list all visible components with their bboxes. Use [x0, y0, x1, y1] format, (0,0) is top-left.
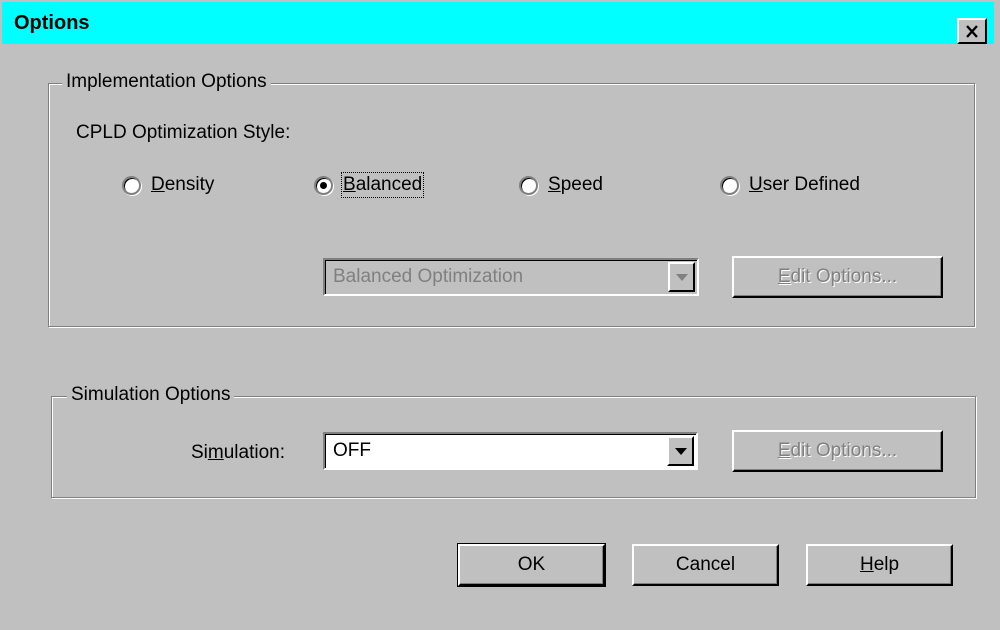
radio-balanced[interactable]: Balanced: [314, 172, 425, 198]
options-dialog: Options Implementation Options CPLD Opti…: [0, 0, 1000, 630]
radio-speed[interactable]: Speed: [519, 174, 603, 196]
simulation-value: OFF: [333, 440, 371, 461]
radio-user-defined[interactable]: User Defined: [720, 174, 860, 196]
dropdown-arrow-button[interactable]: [668, 262, 695, 292]
implementation-options-group: Implementation Options CPLD Optimization…: [48, 71, 975, 327]
radio-user-defined-label: User Defined: [749, 174, 860, 195]
title-bar[interactable]: Options: [2, 2, 994, 44]
optimization-preset-value: Balanced Optimization: [333, 266, 524, 287]
simulation-dropdown[interactable]: OFF: [323, 432, 698, 470]
close-button[interactable]: [957, 18, 987, 44]
ok-button[interactable]: OK: [457, 543, 606, 587]
radio-balanced-label: Balanced: [340, 172, 425, 198]
implementation-options-legend: Implementation Options: [62, 71, 271, 93]
simulation-options-legend: Simulation Options: [67, 384, 235, 406]
optimization-preset-dropdown[interactable]: Balanced Optimization: [323, 258, 699, 296]
radio-speed-circle[interactable]: [519, 175, 538, 195]
dialog-title: Options: [14, 12, 90, 34]
radio-user-defined-circle[interactable]: [720, 175, 739, 195]
chevron-down-icon: [674, 447, 687, 455]
radio-balanced-circle[interactable]: [314, 175, 333, 195]
simulation-edit-options-button[interactable]: Edit Options...: [732, 430, 943, 472]
radio-density-circle[interactable]: [122, 175, 141, 195]
dropdown-arrow-button[interactable]: [667, 436, 694, 466]
radio-speed-label: Speed: [548, 174, 603, 195]
simulation-options-group: Simulation Options Simulation: OFF Edit …: [51, 384, 976, 498]
close-x-icon: [966, 24, 978, 38]
help-button[interactable]: Help: [806, 544, 953, 586]
radio-density[interactable]: Density: [122, 174, 214, 196]
implementation-edit-options-button[interactable]: Edit Options...: [732, 256, 943, 298]
radio-density-label: Density: [151, 174, 215, 195]
cancel-button[interactable]: Cancel: [632, 544, 779, 586]
chevron-down-icon: [675, 273, 688, 281]
cpld-optimization-style-label: CPLD Optimization Style:: [76, 122, 291, 143]
radio-selected-dot: [320, 181, 327, 189]
simulation-label: Simulation:: [191, 442, 286, 463]
